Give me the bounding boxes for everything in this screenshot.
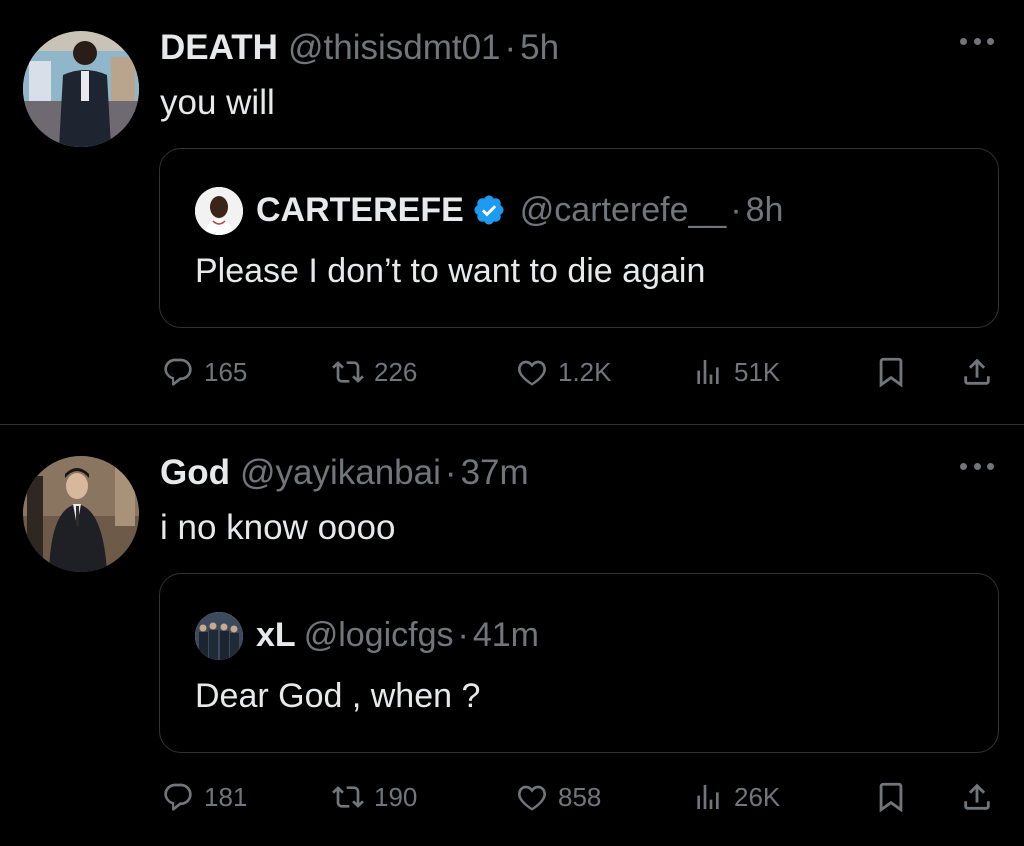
tweet-text: i no know oooo — [160, 508, 396, 547]
author-name[interactable]: DEATH — [160, 26, 278, 70]
bookmark-icon — [879, 782, 903, 813]
timestamp[interactable]: 37m — [461, 451, 529, 495]
separator: · — [730, 190, 742, 229]
repost-button[interactable]: 190 — [332, 775, 417, 819]
separator: · — [504, 28, 517, 67]
quote-author-handle[interactable]: @carterefe__ — [520, 191, 727, 230]
bookmark-icon — [879, 357, 903, 388]
quote-timestamp[interactable]: 8h — [746, 191, 784, 230]
repost-icon — [332, 786, 364, 808]
action-bar: 165 226 1.2K 51K — [160, 350, 1000, 394]
tweet[interactable]: God @yayikanbai · 37m i no know oooo xL … — [0, 425, 1024, 846]
separator: · — [457, 615, 469, 654]
repost-button[interactable]: 226 — [332, 350, 417, 394]
author-handle[interactable]: @thisisdmt01 — [288, 26, 501, 70]
like-button[interactable]: 1.2K — [516, 350, 612, 394]
more-icon[interactable] — [960, 459, 994, 473]
views-count: 26K — [734, 781, 781, 812]
tweet-text: you will — [160, 83, 275, 122]
quote-avatar — [195, 612, 243, 660]
reply-icon — [164, 783, 192, 811]
quote-avatar — [195, 187, 243, 235]
author-handle[interactable]: @yayikanbai — [240, 451, 441, 495]
tweet[interactable]: DEATH @thisisdmt01 · 5h you will CARTERE… — [0, 0, 1024, 424]
views-button[interactable]: 51K — [692, 350, 780, 394]
repost-icon — [332, 361, 364, 383]
quoted-tweet[interactable]: CARTEREFE @carterefe__ · 8h Please I don… — [159, 148, 999, 328]
reply-button[interactable]: 181 — [162, 775, 247, 819]
verified-badge-icon — [474, 195, 504, 225]
separator: · — [444, 453, 457, 492]
share-icon — [964, 358, 990, 385]
avatar[interactable] — [23, 456, 139, 572]
views-button[interactable]: 26K — [692, 775, 780, 819]
action-bar: 181 190 858 26K — [160, 775, 1000, 819]
share-icon — [964, 783, 990, 810]
views-icon — [697, 360, 719, 384]
quote-text: Dear God , when ? — [195, 677, 481, 715]
like-count: 1.2K — [558, 356, 612, 387]
views-count: 51K — [734, 356, 781, 387]
reply-count: 165 — [204, 356, 248, 387]
more-icon[interactable] — [960, 34, 994, 48]
repost-count: 190 — [374, 781, 418, 812]
heart-icon — [518, 785, 546, 811]
reply-icon — [164, 358, 192, 386]
bookmark-button[interactable] — [874, 350, 908, 394]
avatar[interactable] — [23, 31, 139, 147]
heart-icon — [518, 360, 546, 386]
quote-author-name[interactable]: CARTEREFE — [256, 191, 464, 230]
views-icon — [697, 785, 719, 809]
like-button[interactable]: 858 — [516, 775, 601, 819]
reply-count: 181 — [204, 781, 248, 812]
quote-timestamp[interactable]: 41m — [473, 616, 539, 655]
repost-count: 226 — [374, 356, 418, 387]
bookmark-button[interactable] — [874, 775, 908, 819]
share-button[interactable] — [960, 775, 994, 819]
quoted-tweet[interactable]: xL @logicfgs · 41m Dear God , when ? — [159, 573, 999, 753]
quote-text: Please I don’t to want to die again — [195, 252, 706, 290]
author-name[interactable]: God — [160, 451, 230, 495]
quote-author-name[interactable]: xL — [256, 616, 296, 655]
quote-author-handle[interactable]: @logicfgs — [304, 616, 454, 655]
share-button[interactable] — [960, 350, 994, 394]
reply-button[interactable]: 165 — [162, 350, 247, 394]
like-count: 858 — [558, 781, 602, 812]
timestamp[interactable]: 5h — [520, 26, 559, 70]
